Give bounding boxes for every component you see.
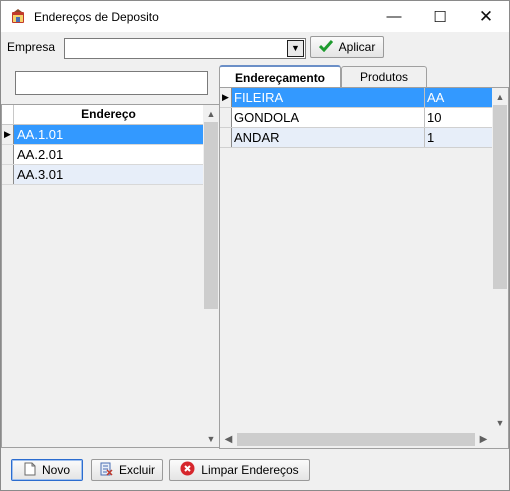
horizontal-scrollbar[interactable]: ◀ ▶ — [220, 431, 492, 448]
scroll-thumb[interactable] — [237, 433, 475, 446]
cell-value[interactable]: 10 — [425, 108, 492, 127]
row-indicator — [220, 108, 232, 127]
column-header-endereco[interactable]: Endereço — [14, 105, 203, 124]
scroll-down-icon[interactable]: ▼ — [203, 430, 219, 447]
cell-endereco[interactable]: AA.1.01 — [14, 125, 203, 144]
row-indicator — [2, 165, 14, 184]
grid-header: Endereço — [2, 105, 203, 125]
empresa-label: Empresa — [7, 40, 56, 54]
scroll-down-icon[interactable]: ▼ — [492, 414, 508, 431]
check-icon — [318, 39, 333, 55]
cancel-icon — [180, 461, 195, 479]
main-window: Endereços de Deposito — ☐ ✕ Empresa ▼ Ap… — [0, 0, 510, 491]
row-indicator-header — [2, 105, 14, 124]
limpar-enderecos-button[interactable]: Limpar Endereços — [169, 459, 310, 481]
window-title: Endereços de Deposito — [34, 10, 159, 24]
maximize-icon[interactable]: ☐ — [417, 1, 463, 32]
cell-value[interactable]: AA — [425, 88, 492, 107]
vertical-scrollbar[interactable]: ▲ ▼ — [492, 88, 508, 431]
search-input[interactable] — [15, 71, 208, 95]
excluir-label: Excluir — [118, 463, 155, 477]
empresa-select[interactable]: ▼ — [64, 38, 306, 59]
row-indicator — [220, 128, 232, 147]
cell-name[interactable]: FILEIRA — [232, 88, 425, 107]
tab-produtos[interactable]: Produtos — [341, 66, 427, 88]
row-pointer-icon: ▶ — [2, 125, 14, 144]
novo-button[interactable]: Novo — [11, 459, 83, 481]
scroll-up-icon[interactable]: ▲ — [492, 88, 508, 105]
scroll-thumb[interactable] — [204, 122, 218, 309]
table-row[interactable]: ▶ FILEIRA AA — [220, 88, 492, 108]
table-row[interactable]: AA.2.01 — [2, 145, 203, 165]
limpar-label: Limpar Endereços — [201, 463, 299, 477]
table-row[interactable]: AA.3.01 — [2, 165, 203, 185]
aplicar-label: Aplicar — [338, 40, 376, 54]
scroll-up-icon[interactable]: ▲ — [203, 105, 219, 122]
enderecos-grid: Endereço ▶ AA.1.01 AA.2.01 AA.3.01 ▲ ▼ — [1, 104, 219, 448]
scroll-thumb[interactable] — [493, 105, 507, 289]
excluir-button[interactable]: Excluir — [91, 459, 163, 481]
cell-name[interactable]: GONDOLA — [232, 108, 425, 127]
cell-endereco[interactable]: AA.2.01 — [14, 145, 203, 164]
cell-endereco[interactable]: AA.3.01 — [14, 165, 203, 184]
table-row[interactable]: GONDOLA 10 — [220, 108, 492, 128]
cell-name[interactable]: ANDAR — [232, 128, 425, 147]
close-icon[interactable]: ✕ — [463, 1, 509, 32]
scroll-left-icon[interactable]: ◀ — [220, 431, 237, 448]
scroll-right-icon[interactable]: ▶ — [475, 431, 492, 448]
table-row[interactable]: ANDAR 1 — [220, 128, 492, 148]
tab-enderecamento[interactable]: Endereçamento — [219, 65, 341, 89]
vertical-scrollbar[interactable]: ▲ ▼ — [203, 105, 219, 447]
app-icon — [10, 9, 26, 25]
new-document-icon — [24, 462, 36, 479]
novo-label: Novo — [41, 463, 70, 477]
delete-document-icon — [99, 462, 113, 479]
table-row[interactable]: ▶ AA.1.01 — [2, 125, 203, 145]
chevron-down-icon[interactable]: ▼ — [287, 40, 304, 57]
enderecamento-panel: ▶ FILEIRA AA GONDOLA 10 ANDAR 1 ▲ ▼ ◀ ▶ — [219, 87, 509, 449]
aplicar-button[interactable]: Aplicar — [310, 36, 384, 58]
title-bar[interactable]: Endereços de Deposito — ☐ ✕ — [1, 1, 509, 32]
row-pointer-icon: ▶ — [220, 88, 232, 107]
cell-value[interactable]: 1 — [425, 128, 492, 147]
minimize-icon[interactable]: — — [371, 1, 417, 32]
row-indicator — [2, 145, 14, 164]
